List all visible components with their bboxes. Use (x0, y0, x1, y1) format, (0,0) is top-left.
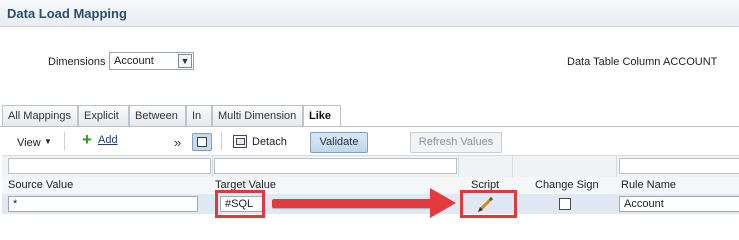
tab-explicit[interactable]: Explicit (78, 105, 129, 126)
toolbar-divider (221, 132, 222, 150)
table-header: Source Value Target Value Script Change … (2, 177, 739, 195)
arrow-annotation (272, 199, 432, 208)
detach-button[interactable]: Detach (252, 136, 287, 148)
dimensions-label: Dimensions (48, 56, 106, 68)
script-highlight (460, 190, 517, 218)
column-header-rule-name[interactable]: Rule Name (621, 179, 676, 191)
data-table-column-label: Data Table Column (567, 56, 661, 68)
arrow-annotation-head (430, 188, 456, 218)
rule-name-filter[interactable] (619, 158, 739, 174)
tab-in[interactable]: In (186, 105, 212, 126)
rule-name-input[interactable]: Account (619, 196, 739, 212)
data-table-column-value: ACCOUNT (663, 56, 718, 68)
change-sign-checkbox[interactable] (559, 198, 571, 210)
detach-icon[interactable] (233, 135, 247, 148)
dimensions-selected-value: Account (114, 55, 154, 67)
column-header-source-value[interactable]: Source Value (8, 179, 73, 191)
tab-between[interactable]: Between (129, 105, 186, 126)
source-value-filter[interactable] (8, 158, 211, 174)
view-dropdown-icon[interactable]: ▼ (44, 137, 52, 146)
tab-like[interactable]: Like (303, 105, 341, 127)
chevron-down-icon[interactable]: ▼ (178, 54, 192, 68)
page-title: Data Load Mapping (7, 6, 127, 21)
column-header-change-sign[interactable]: Change Sign (535, 179, 599, 191)
mapping-table: Source Value Target Value Script Change … (2, 155, 739, 238)
toolbar: View ▼ + Add » Detach Validate Refresh V… (2, 128, 739, 156)
toolbar-divider (64, 132, 65, 150)
add-button[interactable]: Add (98, 134, 118, 146)
more-actions-icon[interactable]: » (174, 135, 181, 150)
filter-row (2, 155, 739, 178)
target-value-filter[interactable] (214, 158, 457, 174)
validate-button[interactable]: Validate (310, 132, 368, 153)
tab-multi-dimension[interactable]: Multi Dimension (212, 105, 303, 126)
query-by-example-icon (197, 137, 207, 147)
tab-divider (0, 126, 739, 127)
source-value-input[interactable]: * (8, 196, 198, 212)
query-by-example-button[interactable] (192, 133, 212, 151)
view-menu[interactable]: View (17, 137, 41, 149)
dimensions-select[interactable]: Account ▼ (109, 52, 194, 70)
tab-all-mappings[interactable]: All Mappings (2, 105, 78, 126)
refresh-values-button[interactable]: Refresh Values (410, 132, 502, 153)
add-icon[interactable]: + (82, 131, 95, 148)
target-value-highlight (215, 190, 265, 218)
